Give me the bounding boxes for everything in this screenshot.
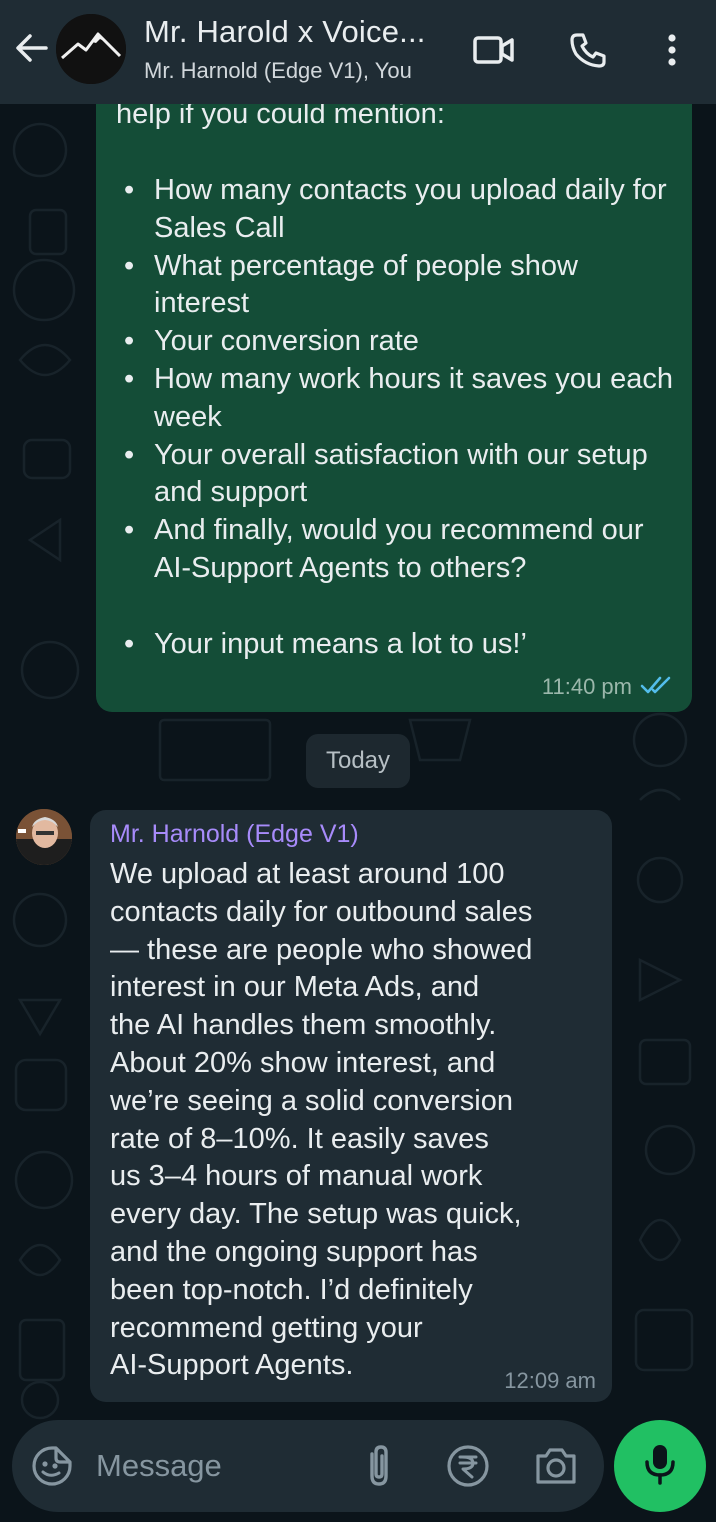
list-item: What percentage of people show interest	[116, 248, 676, 324]
message-input[interactable]	[96, 1442, 346, 1490]
date-separator: Today	[306, 734, 410, 788]
outgoing-message-bubble[interactable]: help if you could mention: How many cont…	[96, 60, 692, 712]
list-item: And finally, would you recommend our AI-…	[116, 512, 676, 588]
message-line: interest in our Meta Ads, and	[110, 971, 480, 1004]
message-line: been top-notch. I’d definitely	[110, 1273, 473, 1306]
list-item: Your conversion rate	[116, 323, 676, 361]
more-options-icon[interactable]	[648, 26, 696, 74]
list-item: Your input means a lot to us!’	[116, 626, 676, 664]
sticker-emoji-icon[interactable]	[30, 1444, 74, 1488]
message-line: contacts daily for outbound sales	[110, 895, 533, 928]
list-item: Your overall satisfaction with our setup…	[116, 437, 676, 513]
message-bullet-list: How many contacts you upload daily for S…	[116, 172, 676, 664]
message-line: us 3–4 hours of manual work	[110, 1160, 483, 1193]
mic-icon	[642, 1442, 678, 1491]
person-photo	[16, 809, 72, 865]
message-line: every day. The setup was quick,	[110, 1198, 522, 1231]
voice-call-icon[interactable]	[564, 26, 612, 74]
camera-icon[interactable]	[532, 1444, 580, 1488]
message-meta: 11:40 pm	[542, 674, 674, 700]
incoming-message-bubble[interactable]: Mr. Harnold (Edge V1) We upload at least…	[90, 810, 612, 1402]
group-avatar[interactable]	[56, 14, 126, 84]
sender-avatar[interactable]	[16, 809, 72, 865]
attach-icon[interactable]	[356, 1442, 402, 1490]
mic-button[interactable]	[614, 1420, 706, 1512]
list-item: How many contacts you upload daily for S…	[116, 172, 676, 248]
message-text: We upload at least around 100 contacts d…	[110, 856, 600, 1385]
message-line: About 20% show interest, and	[110, 1046, 496, 1079]
message-line: recommend getting your	[110, 1311, 423, 1344]
chat-title-area[interactable]: Mr. Harold x Voice... Mr. Harnold (Edge …	[144, 14, 454, 84]
list-item: How many work hours it saves you each we…	[116, 361, 676, 437]
chat-title: Mr. Harold x Voice...	[144, 14, 426, 49]
message-line: and the ongoing support has	[110, 1235, 478, 1268]
back-arrow-icon[interactable]	[10, 26, 54, 70]
chat-participants: Mr. Harnold (Edge V1), You	[144, 58, 412, 83]
rupee-payment-icon[interactable]	[444, 1442, 492, 1490]
chat-header: Mr. Harold x Voice... Mr. Harnold (Edge …	[0, 0, 716, 104]
message-line: — these are people who showed	[110, 933, 533, 966]
message-line: rate of 8–10%. It easily saves	[110, 1122, 489, 1155]
message-time: 12:09 am	[504, 1368, 596, 1393]
sender-name[interactable]: Mr. Harnold (Edge V1)	[110, 820, 359, 849]
message-line: the AI handles them smoothly.	[110, 1009, 497, 1042]
video-call-icon[interactable]	[470, 26, 518, 74]
mountain-logo-icon	[56, 14, 126, 84]
read-ticks-icon	[640, 675, 674, 700]
message-composer	[12, 1420, 604, 1512]
message-line: we’re seeing a solid conversion	[110, 1084, 513, 1117]
message-time: 11:40 pm	[541, 674, 632, 699]
message-line: We upload at least around 100	[110, 858, 505, 890]
